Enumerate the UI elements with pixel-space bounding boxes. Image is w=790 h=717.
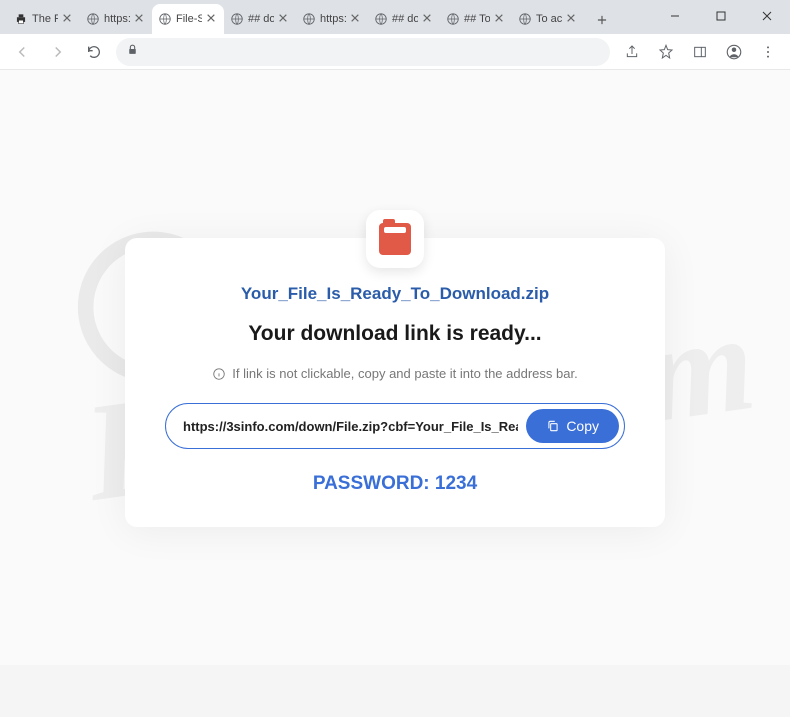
browser-tab[interactable]: ## do [368, 4, 440, 34]
reload-button[interactable] [80, 38, 108, 66]
browser-tab[interactable]: ## To [440, 4, 512, 34]
printer-icon [14, 12, 28, 26]
bookmark-button[interactable] [652, 38, 680, 66]
globe-icon [446, 12, 460, 26]
menu-button[interactable] [754, 38, 782, 66]
page-viewport: PCrisk.com Your_File_Is_Ready_To_Downloa… [0, 70, 790, 665]
copy-button[interactable]: Copy [526, 409, 619, 443]
browser-window: The P https: File-S ## do https: ## do ## To To… [0, 0, 790, 665]
minimize-button[interactable] [652, 0, 698, 32]
tab-close-button[interactable] [278, 13, 290, 25]
tab-close-button[interactable] [134, 13, 146, 25]
back-button[interactable] [8, 38, 36, 66]
side-panel-button[interactable] [686, 38, 714, 66]
tab-close-button[interactable] [62, 13, 74, 25]
browser-tab[interactable]: File-S [152, 4, 224, 34]
copy-icon [546, 419, 560, 433]
tab-close-button[interactable] [206, 13, 218, 25]
globe-icon [158, 12, 172, 26]
tab-title: The P [32, 13, 58, 25]
share-button[interactable] [618, 38, 646, 66]
tab-title: https: [320, 13, 346, 25]
tab-close-button[interactable] [566, 13, 578, 25]
tab-title: To ac [536, 13, 562, 25]
window-titlebar [652, 0, 790, 32]
tab-title: ## To [464, 13, 490, 25]
browser-tab[interactable]: ## do [224, 4, 296, 34]
maximize-button[interactable] [698, 0, 744, 32]
tab-title: File-S [176, 13, 202, 25]
browser-toolbar [0, 34, 790, 70]
tab-title: ## do [248, 13, 274, 25]
tab-title: ## do [392, 13, 418, 25]
forward-button[interactable] [44, 38, 72, 66]
browser-tab[interactable]: https: [80, 4, 152, 34]
globe-icon [518, 12, 532, 26]
browser-tab[interactable]: https: [296, 4, 368, 34]
lock-icon [126, 43, 139, 61]
hint-text: If link is not clickable, copy and paste… [165, 366, 625, 381]
globe-icon [86, 12, 100, 26]
address-bar[interactable] [116, 38, 610, 66]
globe-icon [230, 12, 244, 26]
file-name: Your_File_Is_Ready_To_Download.zip [165, 284, 625, 304]
close-window-button[interactable] [744, 0, 790, 32]
globe-icon [302, 12, 316, 26]
new-tab-button[interactable] [588, 6, 616, 34]
password-label: PASSWORD: 1234 [165, 473, 625, 495]
browser-tab[interactable]: To ac [512, 4, 584, 34]
tab-close-button[interactable] [422, 13, 434, 25]
download-card: Your_File_Is_Ready_To_Download.zip Your … [125, 238, 665, 527]
heading: Your download link is ready... [165, 322, 625, 346]
profile-button[interactable] [720, 38, 748, 66]
download-url[interactable]: https://3sinfo.com/down/File.zip?cbf=You… [171, 419, 518, 434]
tab-title: https: [104, 13, 130, 25]
info-icon [212, 367, 226, 381]
tab-close-button[interactable] [494, 13, 506, 25]
browser-tab[interactable]: The P [8, 4, 80, 34]
link-row: https://3sinfo.com/down/File.zip?cbf=You… [165, 403, 625, 449]
tab-close-button[interactable] [350, 13, 362, 25]
file-icon [366, 210, 424, 268]
globe-icon [374, 12, 388, 26]
